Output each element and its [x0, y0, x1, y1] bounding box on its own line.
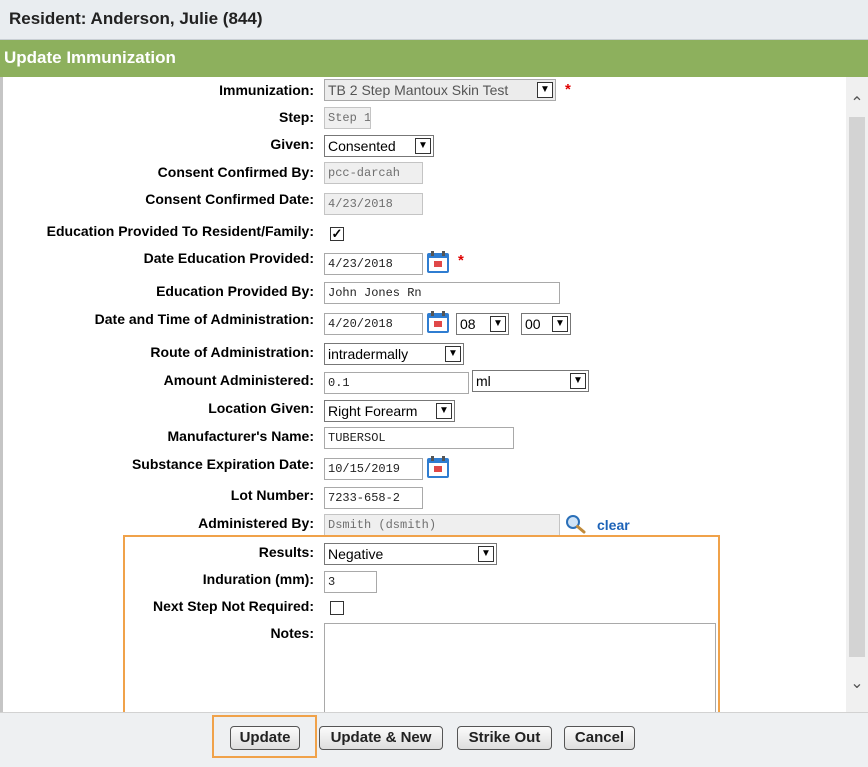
- resident-header: Resident: Anderson, Julie (844): [0, 0, 868, 40]
- consent-confirmed-date-label: Consent Confirmed Date:: [145, 191, 314, 207]
- amount-unit-select[interactable]: ml ▼: [472, 370, 589, 392]
- amount-unit-value: ml: [476, 373, 491, 389]
- education-provided-checkbox[interactable]: ✓: [330, 227, 344, 241]
- update-new-button[interactable]: Update & New: [319, 726, 443, 750]
- location-given-label: Location Given:: [208, 400, 314, 416]
- search-icon[interactable]: [565, 514, 587, 534]
- lot-number-label: Lot Number:: [230, 487, 314, 503]
- notes-textarea[interactable]: [324, 623, 716, 713]
- immunization-value: TB 2 Step Mantoux Skin Test: [328, 82, 509, 98]
- lot-number-field[interactable]: 7233-658-2: [324, 487, 423, 509]
- expiration-date-label: Substance Expiration Date:: [131, 456, 314, 472]
- step-label: Step:: [279, 109, 314, 125]
- expiration-date-field[interactable]: 10/15/2019: [324, 458, 423, 480]
- results-select[interactable]: Negative ▼: [324, 543, 497, 565]
- chevron-down-icon: ▼: [436, 403, 452, 419]
- administration-hour-select[interactable]: 08 ▼: [456, 313, 509, 335]
- chevron-down-icon: ▼: [445, 346, 461, 362]
- consent-confirmed-by-label: Consent Confirmed By:: [157, 164, 314, 180]
- calendar-icon[interactable]: [426, 455, 450, 479]
- chevron-down-icon: ▼: [478, 546, 494, 562]
- cancel-button[interactable]: Cancel: [564, 726, 635, 750]
- results-value: Negative: [328, 546, 384, 562]
- chevron-down-icon: ▼: [537, 82, 553, 98]
- clear-link[interactable]: clear: [597, 517, 630, 533]
- immunization-select[interactable]: TB 2 Step Mantoux Skin Test ▼: [324, 79, 556, 101]
- scroll-thumb[interactable]: [849, 117, 865, 657]
- manufacturer-label: Manufacturer's Name:: [167, 428, 314, 444]
- chevron-down-icon: ▼: [552, 316, 568, 332]
- induration-label: Induration (mm):: [202, 571, 314, 587]
- given-value: Consented: [328, 138, 396, 154]
- vertical-scrollbar[interactable]: ⌃ ⌄: [846, 77, 868, 712]
- given-label: Given:: [270, 136, 314, 152]
- next-step-checkbox[interactable]: [330, 601, 344, 615]
- step-field: Step 1: [324, 107, 371, 129]
- calendar-icon[interactable]: [426, 310, 450, 334]
- section-title: Update Immunization: [4, 48, 176, 67]
- route-label: Route of Administration:: [150, 344, 314, 360]
- amount-label: Amount Administered:: [163, 372, 314, 388]
- required-marker: *: [458, 252, 464, 269]
- administered-by-field: Dsmith (dsmith): [324, 514, 560, 536]
- notes-label: Notes:: [270, 625, 314, 641]
- education-provided-by-field[interactable]: John Jones Rn: [324, 282, 560, 304]
- update-highlight-frame: [212, 715, 317, 758]
- chevron-down-icon: ▼: [570, 373, 586, 389]
- administration-date-field[interactable]: 4/20/2018: [324, 313, 423, 335]
- section-header: Update Immunization: [0, 40, 868, 77]
- minute-value: 00: [525, 316, 541, 332]
- scroll-down-icon[interactable]: ⌄: [846, 673, 868, 693]
- chevron-down-icon: ▼: [415, 138, 431, 154]
- results-label: Results:: [258, 544, 314, 560]
- given-select[interactable]: Consented ▼: [324, 135, 434, 157]
- education-provided-label: Education Provided To Resident/Family:: [46, 223, 314, 239]
- date-time-administration-label: Date and Time of Administration:: [94, 311, 314, 327]
- calendar-icon[interactable]: [426, 250, 450, 274]
- consent-confirmed-by-field: pcc-darcah: [324, 162, 423, 184]
- immunization-label: Immunization:: [219, 82, 314, 98]
- induration-field[interactable]: 3: [324, 571, 377, 593]
- scroll-up-icon[interactable]: ⌃: [846, 93, 868, 113]
- location-given-select[interactable]: Right Forearm ▼: [324, 400, 455, 422]
- consent-confirmed-date-field: 4/23/2018: [324, 193, 423, 215]
- date-education-provided-field[interactable]: 4/23/2018: [324, 253, 423, 275]
- required-marker: *: [565, 81, 571, 98]
- resident-title: Resident: Anderson, Julie (844): [9, 9, 263, 28]
- strike-out-button[interactable]: Strike Out: [457, 726, 552, 750]
- date-education-provided-label: Date Education Provided:: [143, 250, 314, 266]
- left-border: [0, 77, 3, 767]
- route-select[interactable]: intradermally ▼: [324, 343, 464, 365]
- route-value: intradermally: [328, 346, 409, 362]
- hour-value: 08: [460, 316, 476, 332]
- amount-field[interactable]: 0.1: [324, 372, 469, 394]
- location-given-value: Right Forearm: [328, 403, 418, 419]
- education-provided-by-label: Education Provided By:: [156, 283, 314, 299]
- administration-minute-select[interactable]: 00 ▼: [521, 313, 571, 335]
- next-step-label: Next Step Not Required:: [152, 598, 314, 614]
- manufacturer-field[interactable]: TUBERSOL: [324, 427, 514, 449]
- administered-by-label: Administered By:: [198, 515, 314, 531]
- chevron-down-icon: ▼: [490, 316, 506, 332]
